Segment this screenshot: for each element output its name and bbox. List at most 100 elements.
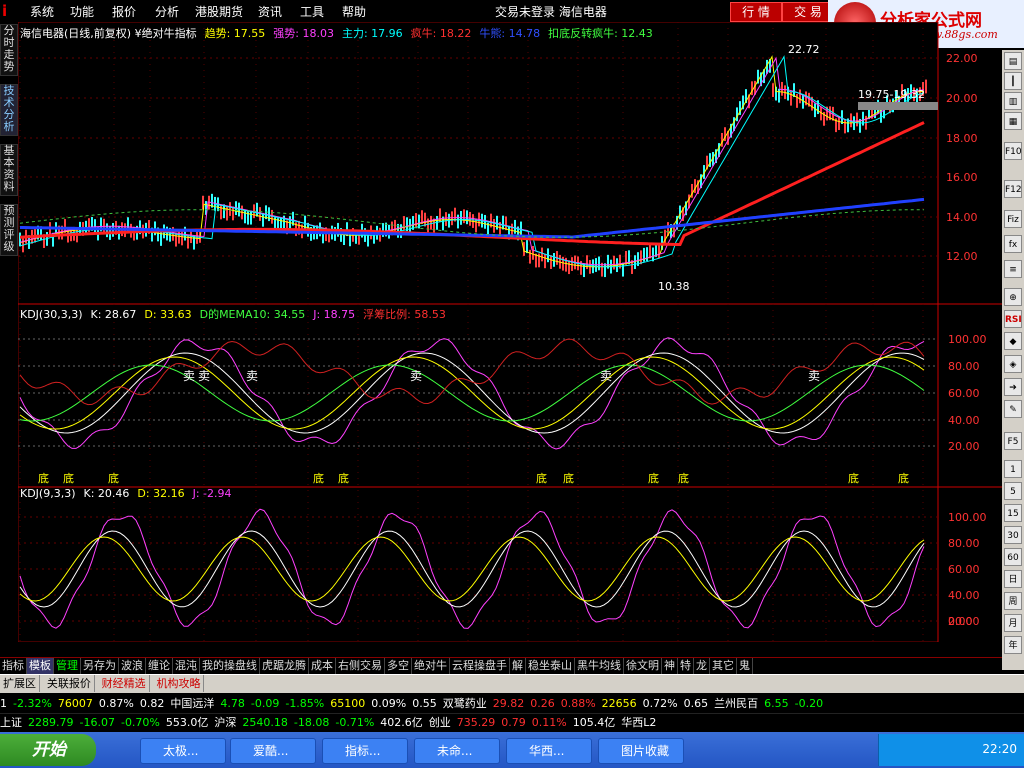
num-15-button[interactable]: 15 (1004, 504, 1022, 522)
ticker-value: -0.09 (251, 695, 279, 713)
menu-quote[interactable]: 报价 (112, 3, 136, 20)
task-item[interactable]: 爱酷... (230, 738, 316, 764)
indicator-tab[interactable]: 右侧交易 (336, 658, 385, 674)
formula-button[interactable]: fx (1004, 235, 1022, 253)
rsi-button[interactable]: RSI (1004, 310, 1022, 328)
tab-finance-picks[interactable]: 财经精选 (99, 675, 150, 692)
pen-icon[interactable]: ✎ (1004, 400, 1022, 418)
f12-button[interactable]: F12 (1004, 180, 1022, 198)
ticker-value: 沪深 (214, 714, 236, 732)
chart-icon[interactable]: ▤ (1004, 52, 1022, 70)
y-tick-label: 22.00 (946, 52, 978, 65)
day-button[interactable]: 日 (1004, 570, 1022, 588)
task-item[interactable]: 指标... (322, 738, 408, 764)
tab-technical[interactable]: 技术分析 (0, 84, 18, 136)
taskbar: 开始 太极... 爱酷... 指标... 未命... 华西... 图片收藏 22… (0, 732, 1024, 768)
indicator-tab[interactable]: 多空 (385, 658, 412, 674)
menu-help[interactable]: 帮助 (342, 3, 366, 20)
task-item[interactable]: 未命... (414, 738, 500, 764)
tab-institution[interactable]: 机构攻略 (153, 675, 204, 692)
indicator-value: 海信电器(日线,前复权) ¥绝对牛指标 (20, 27, 197, 40)
kdj9-value: K: 20.46 (84, 487, 130, 500)
task-item[interactable]: 太极... (140, 738, 226, 764)
indicator-tab[interactable]: 鬼 (737, 658, 753, 674)
month-button[interactable]: 月 (1004, 614, 1022, 632)
candle-icon[interactable]: ┃ (1004, 72, 1022, 90)
y-tick-label: 100.00 (948, 333, 987, 346)
tool-icon-1[interactable]: ◆ (1004, 332, 1022, 350)
fiz-button[interactable]: Fiz (1004, 210, 1022, 228)
start-button[interactable]: 开始 (0, 734, 96, 766)
list-icon[interactable]: ≡ (1004, 260, 1022, 278)
task-item[interactable]: 图片收藏 (598, 738, 684, 764)
tab-related-quote[interactable]: 关联报价 (44, 675, 95, 692)
indicator-tab[interactable]: 绝对牛 (412, 658, 450, 674)
num-5-button[interactable]: 5 (1004, 482, 1022, 500)
indicator-tab[interactable]: 云程操盘手 (450, 658, 510, 674)
indicator-tab[interactable]: 特 (678, 658, 694, 674)
ticker-value: -18.08 (294, 714, 329, 732)
grid-icon[interactable]: ▦ (1004, 112, 1022, 130)
indicator-tab[interactable]: 其它 (710, 658, 737, 674)
ticker-value: 553.0亿 (166, 714, 209, 732)
tab-rating[interactable]: 预测评级 (0, 204, 18, 256)
indicator-tab[interactable]: 波浪 (119, 658, 146, 674)
menu-function[interactable]: 功能 (70, 3, 94, 20)
indicator-tab[interactable]: 另存为 (81, 658, 119, 674)
indicator-tab[interactable]: 模板 (27, 658, 54, 674)
ticker-value: 上证 (0, 714, 22, 732)
indicator-tab[interactable]: 混沌 (173, 658, 200, 674)
ticker-value: -0.20 (795, 695, 823, 713)
tool-icon-2[interactable]: ◈ (1004, 355, 1022, 373)
year-button[interactable]: 年 (1004, 636, 1022, 654)
indicator-tab[interactable]: 成本 (309, 658, 336, 674)
f10-button[interactable]: F10 (1004, 142, 1022, 160)
kdj30-value: K: 28.67 (91, 308, 137, 321)
sell-signal: 卖 (410, 369, 422, 383)
indicator-tab[interactable]: 龙 (694, 658, 710, 674)
indicator-tab[interactable]: 指标 (0, 658, 27, 674)
num-30-button[interactable]: 30 (1004, 526, 1022, 544)
menu-analysis[interactable]: 分析 (155, 3, 179, 20)
tab-fundamentals[interactable]: 基本资料 (0, 144, 18, 196)
indicator-tab[interactable]: 黑牛均线 (575, 658, 624, 674)
f5-button[interactable]: F5 (1004, 432, 1022, 450)
tab-extension[interactable]: 扩展区 (0, 675, 40, 692)
menu-hk-futures[interactable]: 港股期货 (195, 3, 243, 20)
y-tick-label: 16.00 (946, 171, 978, 184)
indicator-tab[interactable]: 稳坐泰山 (526, 658, 575, 674)
indicator-tab[interactable]: 我的操盘线 (200, 658, 260, 674)
indicator-tab[interactable]: 解 (510, 658, 526, 674)
menu-tools[interactable]: 工具 (300, 3, 324, 20)
chart-canvas[interactable]: 22.00 20.00 18.00 16.00 14.00 12.00 100.00 80.0… (18, 22, 1002, 642)
indicator-tab[interactable]: 神 (662, 658, 678, 674)
zoom-icon[interactable]: ⊕ (1004, 288, 1022, 306)
chart-area[interactable]: 22.00 20.00 18.00 16.00 14.00 12.00 100.00 80.0… (18, 22, 1002, 642)
num-1-button[interactable]: 1 (1004, 460, 1022, 478)
y-tick-label: 18.00 (946, 132, 978, 145)
indicator-tab[interactable]: 缠论 (146, 658, 173, 674)
ticker-value: 中国远洋 (170, 695, 214, 713)
kdj9-value: KDJ(9,3,3) (20, 487, 76, 500)
tab-intraday[interactable]: 分时走势 (0, 24, 18, 76)
quote-ticker-1: 1 -2.32% 76007 0.87% 0.82 中国远洋 4.78 -0.09 -1.85%… (0, 695, 1024, 713)
menu-info[interactable]: 资讯 (258, 3, 282, 20)
quote-button[interactable]: 行 情 (730, 2, 782, 22)
indicator-tab[interactable]: 管理 (54, 658, 81, 674)
bottom-signal: 底 (848, 471, 859, 485)
indicator-tab[interactable]: 徐文明 (624, 658, 662, 674)
week-button[interactable]: 周 (1004, 592, 1022, 610)
bar-icon[interactable]: ▥ (1004, 92, 1022, 110)
ticker-value: 22656 (602, 695, 637, 713)
y-tick-label: 80.00 (948, 537, 980, 550)
num-60-button[interactable]: 60 (1004, 548, 1022, 566)
task-item[interactable]: 华西... (506, 738, 592, 764)
y-tick-label: 14.00 (946, 211, 978, 224)
extension-tab-bar: 扩展区 关联报价 财经精选 机构攻略 (0, 674, 1024, 693)
sell-signal: 卖 (600, 369, 612, 383)
tool-icon-3[interactable]: ➔ (1004, 378, 1022, 396)
kdj30-header: KDJ(30,3,3) K: 28.67 D: 33.63 D的MEMA10: 34.… (20, 306, 454, 322)
menu-system[interactable]: 系统 (30, 3, 54, 20)
indicator-tab[interactable]: 虎踞龙腾 (260, 658, 309, 674)
trade-button[interactable]: 交 易 (782, 2, 834, 22)
